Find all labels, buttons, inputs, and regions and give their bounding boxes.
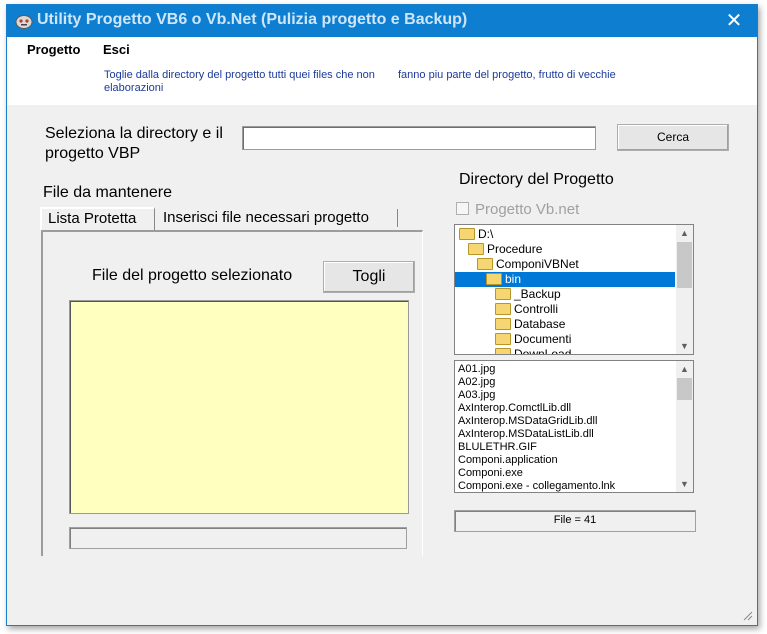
directory-label: Documenti: [514, 332, 572, 346]
file-list-item[interactable]: A03.jpg: [458, 389, 495, 402]
togli-button[interactable]: Togli: [323, 261, 415, 293]
file-list[interactable]: A01.jpg A02.jpg A03.jpg AxInterop.ComctlLib…: [454, 360, 694, 493]
folder-icon: [486, 272, 502, 285]
tab-lista-protetta[interactable]: Lista Protetta: [40, 207, 155, 231]
cerca-button[interactable]: Cerca: [617, 124, 729, 151]
vbnet-checkbox[interactable]: Progetto Vb.net: [456, 201, 579, 218]
directory-item[interactable]: Documenti: [455, 332, 675, 347]
directory-item[interactable]: Database: [455, 317, 675, 332]
description-line2: elaborazioni: [104, 82, 164, 94]
resize-grip-icon[interactable]: [741, 609, 753, 621]
scroll-up-icon[interactable]: ▲: [676, 361, 693, 377]
left-status-box: [69, 527, 407, 549]
app-icon: [15, 15, 33, 29]
directory-item[interactable]: bin: [455, 272, 675, 287]
select-directory-label: Seleziona la directory e il progetto VBP: [45, 125, 223, 162]
directory-scroll-thumb[interactable]: [677, 242, 692, 288]
folder-icon: [495, 287, 511, 300]
directory-tree[interactable]: D:\ Procedure ComponiVBNet bin _Backup Contro…: [454, 224, 694, 355]
close-icon[interactable]: ✕: [711, 5, 757, 37]
scroll-down-icon[interactable]: ▼: [676, 476, 693, 492]
menu-bar: Progetto Esci: [7, 37, 757, 61]
file-list-item[interactable]: A01.jpg: [458, 363, 495, 376]
description-line1: Toglie dalla directory del progetto tutt…: [104, 69, 375, 81]
file-list-item[interactable]: Componi.application: [458, 454, 558, 467]
description-text: Toglie dalla directory del progetto tutt…: [104, 69, 664, 95]
menu-esci[interactable]: Esci: [103, 42, 130, 57]
directory-label: bin: [505, 272, 522, 286]
folder-icon: [477, 257, 493, 270]
tab-inserisci-file[interactable]: Inserisci file necessari progetto: [155, 209, 398, 227]
directory-item[interactable]: _Backup: [455, 287, 675, 302]
folder-icon: [495, 332, 511, 345]
directory-label: Database: [514, 317, 566, 331]
folder-icon: [495, 317, 511, 330]
files-to-keep-label: File da mantenere: [43, 184, 172, 201]
folder-icon: [495, 347, 511, 354]
file-list-item[interactable]: AxInterop.MSDataListLib.dll: [458, 428, 594, 441]
scroll-down-icon[interactable]: ▼: [676, 338, 693, 354]
project-path-input[interactable]: [242, 126, 596, 150]
directory-label: _Backup: [514, 287, 561, 301]
directory-label: Procedure: [487, 242, 543, 256]
directory-label: DownLoad: [514, 347, 572, 355]
directory-item[interactable]: DownLoad: [455, 347, 675, 355]
menu-progetto[interactable]: Progetto: [27, 42, 80, 57]
file-count-box: File = 41: [454, 510, 696, 532]
directory-label: ComponiVBNet: [496, 257, 579, 271]
directory-item[interactable]: ComponiVBNet: [455, 257, 675, 272]
directory-item[interactable]: Procedure: [455, 242, 675, 257]
title-bar[interactable]: Utility Progetto VB6 o Vb.Net (Pulizia p…: [7, 5, 757, 37]
directory-label: D:\: [478, 227, 494, 241]
selected-files-list[interactable]: [69, 300, 409, 514]
file-list-item[interactable]: AxInterop.ComctlLib.dll: [458, 402, 571, 415]
tab-lista-protetta-label: Lista Protetta: [48, 210, 137, 227]
description-line1b: fanno piu parte del progetto, frutto di …: [398, 69, 616, 81]
file-list-item[interactable]: Componi.exe: [458, 467, 523, 480]
file-list-item[interactable]: Componi.exe - collegamento.lnk: [458, 480, 615, 492]
file-count-text: File = 41: [553, 514, 597, 526]
directory-label: Controlli: [514, 302, 559, 316]
vbnet-checkbox-label: Progetto Vb.net: [475, 201, 580, 218]
main-window: Utility Progetto VB6 o Vb.Net (Pulizia p…: [6, 4, 758, 626]
vbnet-checkbox-box[interactable]: [456, 202, 469, 216]
directory-item[interactable]: Controlli: [455, 302, 675, 317]
folder-icon: [459, 227, 475, 240]
selected-project-files-label: File del progetto selezionato: [92, 267, 293, 284]
directory-item[interactable]: D:\: [455, 227, 675, 242]
folder-icon: [468, 242, 484, 255]
file-scrollbar[interactable]: ▲ ▼: [676, 361, 693, 492]
scroll-up-icon[interactable]: ▲: [676, 225, 693, 241]
file-list-item[interactable]: A02.jpg: [458, 376, 495, 389]
window-title: Utility Progetto VB6 o Vb.Net (Pulizia p…: [37, 11, 468, 28]
folder-icon: [495, 302, 511, 315]
file-scroll-thumb[interactable]: [677, 378, 692, 400]
directory-scrollbar[interactable]: ▲ ▼: [676, 225, 693, 354]
file-list-item[interactable]: BLULETHR.GIF: [458, 441, 537, 454]
tab-inserisci-file-label: Inserisci file necessari progetto: [163, 209, 369, 226]
description-area: Toglie dalla directory del progetto tutt…: [7, 61, 757, 105]
file-list-item[interactable]: AxInterop.MSDataGridLib.dll: [458, 415, 597, 428]
project-directory-label: Directory del Progetto: [459, 171, 614, 188]
